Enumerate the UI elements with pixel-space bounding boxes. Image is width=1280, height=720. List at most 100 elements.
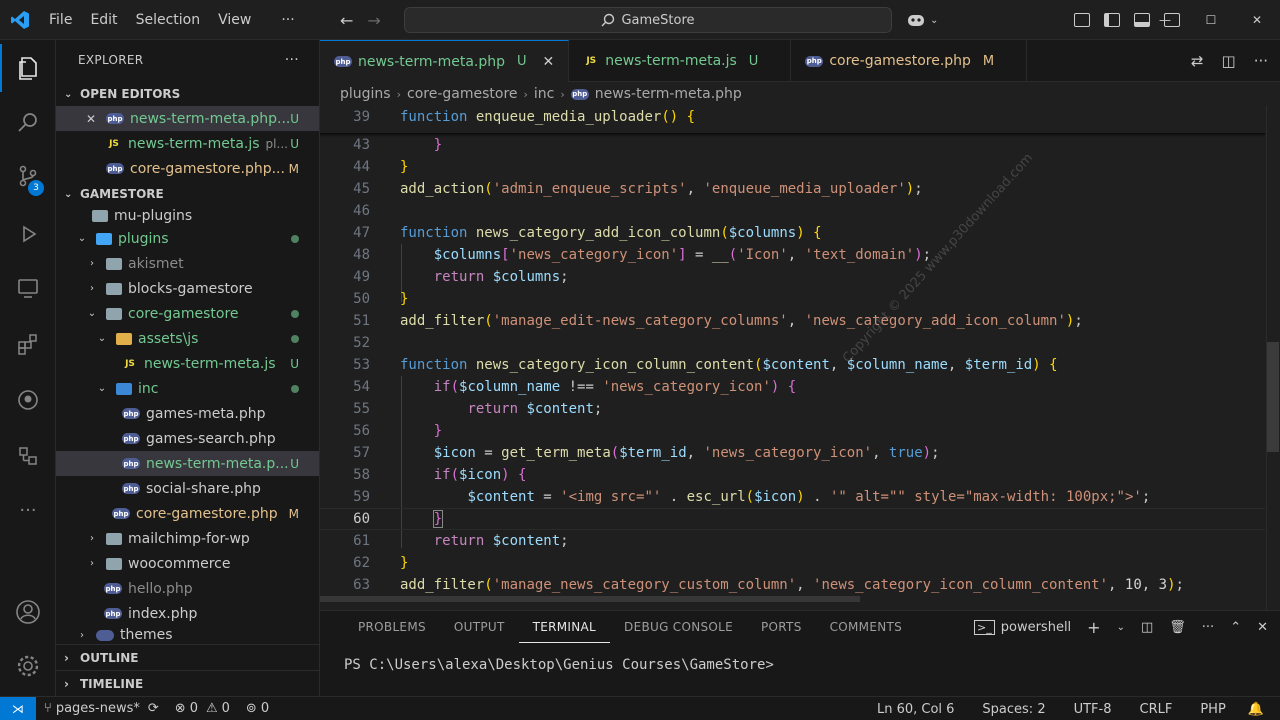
- open-editor-item[interactable]: JS news-term-meta.js pl... U: [56, 131, 319, 156]
- menu-view[interactable]: View: [209, 0, 260, 40]
- workspace-header[interactable]: ⌄ GAMESTORE: [56, 182, 319, 206]
- code-line[interactable]: 59 $content = '<img src="' . esc_url($ic…: [320, 486, 1265, 508]
- cursor-position[interactable]: Ln 60, Col 6: [863, 702, 968, 717]
- open-editors-header[interactable]: ⌄ OPEN EDITORS: [56, 82, 319, 106]
- panel-tab-output[interactable]: OUTPUT: [440, 611, 519, 643]
- remote-explorer-icon[interactable]: [0, 264, 56, 312]
- code-line[interactable]: 61 return $content;: [320, 530, 1265, 552]
- scrollbar-thumb[interactable]: [1267, 342, 1279, 452]
- panel-tab-debug-console[interactable]: DEBUG CONSOLE: [610, 611, 747, 643]
- breadcrumb-item[interactable]: plugins: [340, 86, 391, 102]
- code-line[interactable]: 57 $icon = get_term_meta($term_id, 'news…: [320, 442, 1265, 464]
- tree-item-social-share[interactable]: php social-share.php: [56, 476, 319, 501]
- tree-item-mu-plugins[interactable]: mu-plugins: [56, 206, 319, 226]
- code-line[interactable]: 45 add_action('admin_enqueue_scripts', 'e…: [320, 178, 1265, 200]
- panel-tab-comments[interactable]: COMMENTS: [816, 611, 916, 643]
- code-line[interactable]: 49 return $columns;: [320, 266, 1265, 288]
- more-actions-icon[interactable]: ···: [1254, 52, 1268, 70]
- open-editor-item[interactable]: php core-gamestore.php... M: [56, 156, 319, 181]
- search-view-icon[interactable]: [0, 98, 56, 146]
- tree-item-assets-js[interactable]: ⌄ assets\js: [56, 326, 319, 351]
- end-of-line[interactable]: CRLF: [1126, 702, 1187, 717]
- ports-indicator[interactable]: ⊚ 0: [238, 701, 277, 716]
- language-mode[interactable]: PHP: [1186, 702, 1239, 717]
- tree-item-akismet[interactable]: › akismet: [56, 251, 319, 276]
- forward-arrow-icon[interactable]: →: [367, 11, 380, 30]
- customize-layout-icon[interactable]: [1074, 13, 1090, 27]
- new-terminal-icon[interactable]: +: [1087, 618, 1100, 637]
- tree-item-index[interactable]: php index.php: [56, 601, 319, 626]
- close-icon[interactable]: ✕: [86, 112, 100, 126]
- back-arrow-icon[interactable]: ←: [340, 11, 353, 30]
- minimize-button[interactable]: —: [1142, 0, 1188, 40]
- split-editor-icon[interactable]: ◫: [1222, 52, 1236, 70]
- explorer-icon[interactable]: [0, 44, 56, 92]
- breadcrumb-item[interactable]: core-gamestore: [407, 86, 518, 102]
- code-line[interactable]: 47 function news_category_add_icon_column…: [320, 222, 1265, 244]
- tree-item-games-search[interactable]: php games-search.php: [56, 426, 319, 451]
- encoding[interactable]: UTF-8: [1060, 702, 1126, 717]
- code-line[interactable]: 51 add_filter('manage_edit-news_category_…: [320, 310, 1265, 332]
- timeline-section-header[interactable]: › TIMELINE: [56, 670, 319, 696]
- code-editor[interactable]: 39 function enqueue_media_uploader() { 4…: [320, 106, 1280, 610]
- breadcrumb-item[interactable]: news-term-meta.php: [595, 86, 742, 102]
- terminal-prompt[interactable]: PS C:\Users\alexa\Desktop\Genius Courses…: [344, 657, 774, 673]
- maximize-button[interactable]: ☐: [1188, 0, 1234, 40]
- terminal-shell-selector[interactable]: >_ powershell: [974, 619, 1071, 635]
- command-center-search[interactable]: GameStore: [404, 7, 892, 33]
- tab-core-gamestore-php[interactable]: php core-gamestore.php M: [791, 40, 1028, 82]
- code-line[interactable]: 56 }: [320, 420, 1265, 442]
- vertical-scrollbar[interactable]: [1266, 106, 1280, 610]
- outline-section-header[interactable]: › OUTLINE: [56, 644, 319, 670]
- explorer-more-button[interactable]: ···: [285, 52, 299, 68]
- chevron-down-icon[interactable]: ⌄: [1117, 622, 1125, 633]
- account-icon[interactable]: [0, 588, 56, 636]
- toggle-sidebar-icon[interactable]: [1104, 13, 1120, 27]
- menu-more-button[interactable]: ···: [272, 0, 303, 40]
- problems-indicator[interactable]: ⊗ 0 ⚠ 0: [167, 701, 238, 716]
- more-actions-icon[interactable]: ···: [1202, 620, 1214, 635]
- menu-file[interactable]: File: [40, 0, 81, 40]
- sticky-scroll-line[interactable]: 39 function enqueue_media_uploader() {: [320, 106, 1265, 128]
- code-line[interactable]: 48 $columns['news_category_icon'] = __('…: [320, 244, 1265, 266]
- settings-gear-icon[interactable]: [0, 642, 56, 690]
- menu-selection[interactable]: Selection: [127, 0, 210, 40]
- source-control-icon[interactable]: 3: [0, 152, 56, 200]
- tree-item-core-gamestore[interactable]: ⌄ core-gamestore: [56, 301, 319, 326]
- code-line[interactable]: 50}: [320, 288, 1265, 310]
- tree-item-themes[interactable]: › themes: [56, 626, 319, 644]
- code-line[interactable]: 62}: [320, 552, 1265, 574]
- tree-item-news-term-meta-js[interactable]: JS news-term-meta.js U: [56, 351, 319, 376]
- open-changes-icon[interactable]: ⇄: [1191, 52, 1204, 70]
- panel-tab-problems[interactable]: PROBLEMS: [344, 611, 440, 643]
- code-line[interactable]: 58 if($icon) {: [320, 464, 1265, 486]
- tree-item-hello[interactable]: php hello.php: [56, 576, 319, 601]
- code-line[interactable]: 55 return $content;: [320, 398, 1265, 420]
- more-views-icon[interactable]: ···: [0, 486, 56, 534]
- code-line[interactable]: 46: [320, 200, 1265, 222]
- close-icon[interactable]: ✕: [543, 54, 555, 70]
- panel-tab-terminal[interactable]: TERMINAL: [518, 612, 611, 643]
- tree-item-inc[interactable]: ⌄ inc: [56, 376, 319, 401]
- code-line[interactable]: 54 if($column_name !== 'news_category_ic…: [320, 376, 1265, 398]
- containers-icon[interactable]: [0, 432, 56, 480]
- run-debug-icon[interactable]: [0, 210, 56, 258]
- code-line[interactable]: 63 add_filter('manage_news_category_custo…: [320, 574, 1265, 596]
- git-branch[interactable]: ⑂ pages-news* ⟳: [36, 701, 167, 716]
- trash-icon[interactable]: 🗑: [1169, 620, 1186, 635]
- horizontal-scrollbar[interactable]: [320, 596, 860, 602]
- tree-item-mailchimp[interactable]: › mailchimp-for-wp: [56, 526, 319, 551]
- tab-news-term-meta-php[interactable]: php news-term-meta.php U ✕: [320, 40, 570, 82]
- indentation[interactable]: Spaces: 2: [968, 702, 1059, 717]
- code-line[interactable]: 43 }: [320, 134, 1265, 156]
- menu-edit[interactable]: Edit: [81, 0, 126, 40]
- panel-tab-ports[interactable]: PORTS: [747, 611, 816, 643]
- breadcrumb-item[interactable]: inc: [534, 86, 554, 102]
- tree-item-woocommerce[interactable]: › woocommerce: [56, 551, 319, 576]
- tree-item-news-term-meta-php[interactable]: php news-term-meta.p... U: [56, 451, 319, 476]
- maximize-panel-icon[interactable]: ⌃: [1230, 620, 1241, 635]
- code-line[interactable]: 44}: [320, 156, 1265, 178]
- remote-indicator-icon[interactable]: ⋊: [0, 696, 36, 720]
- notifications-bell-icon[interactable]: 🔔: [1240, 702, 1272, 717]
- tree-item-plugins[interactable]: ⌄ plugins: [56, 226, 319, 251]
